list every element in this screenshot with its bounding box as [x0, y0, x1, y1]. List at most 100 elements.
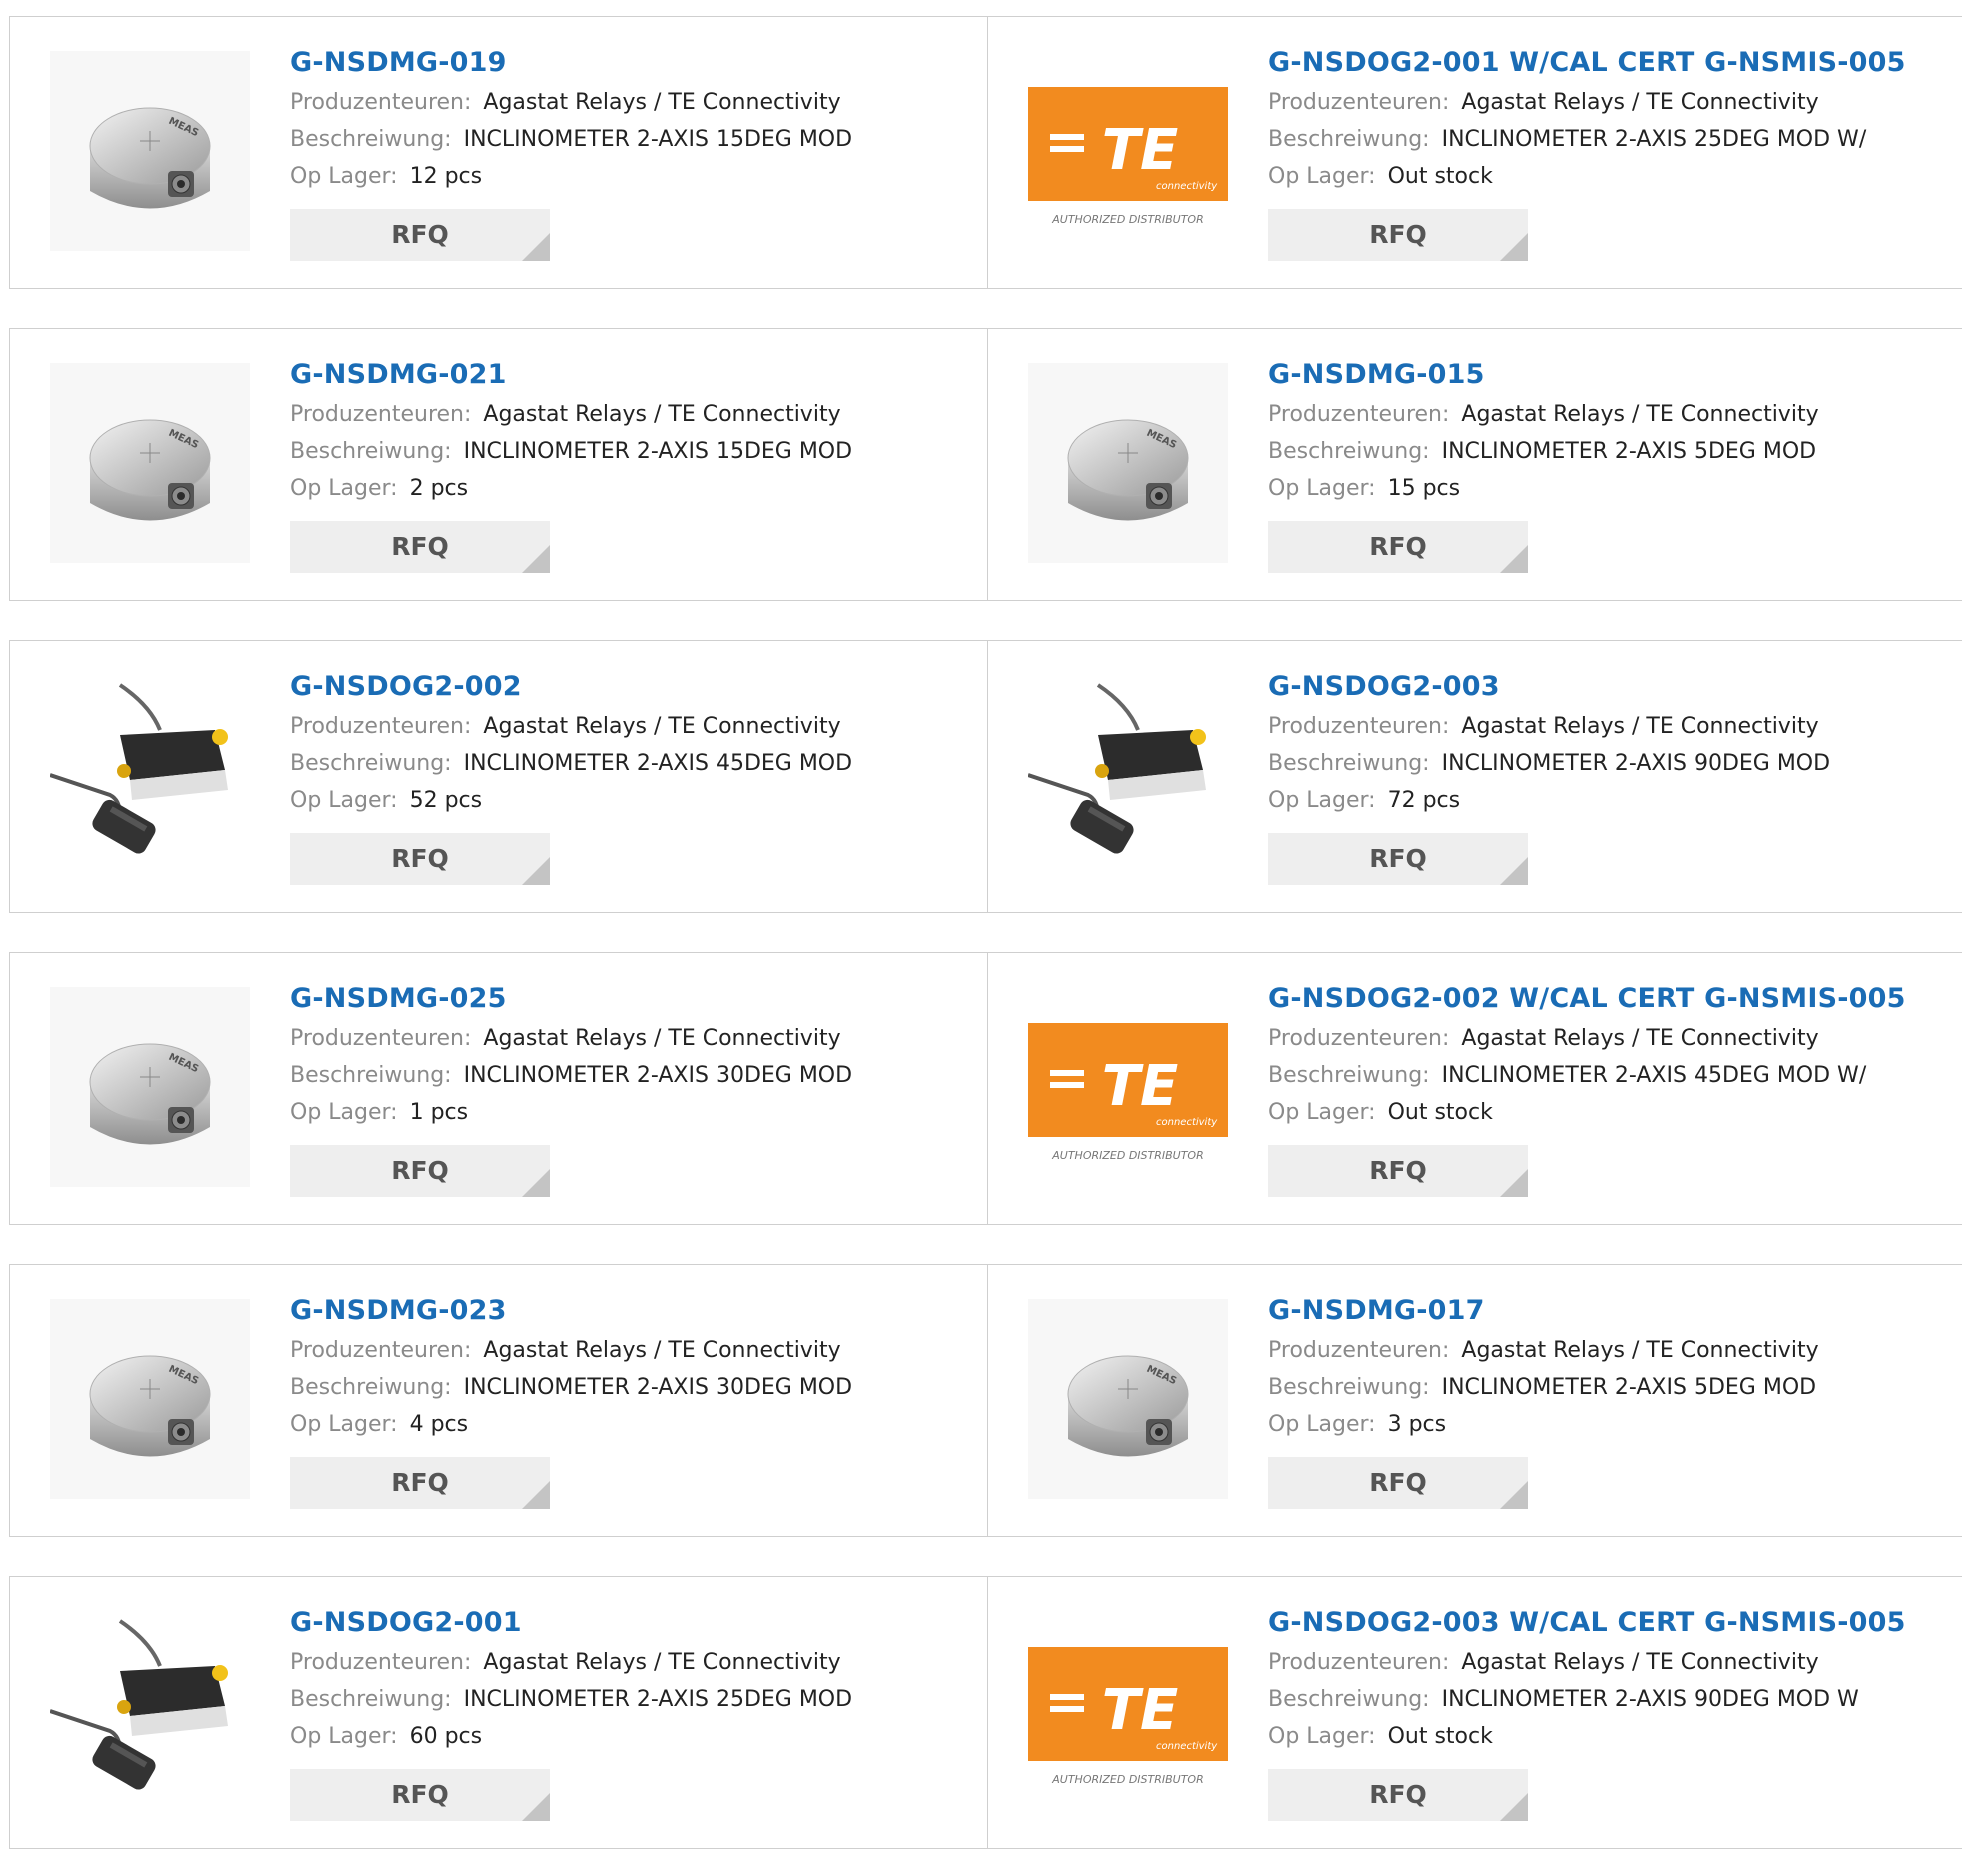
product-title-link[interactable]: G-NSDOG2-002 W/CAL CERT G-NSMIS-005	[1268, 983, 1906, 1014]
cable-sensor-icon[interactable]	[1027, 675, 1228, 875]
rfq-button[interactable]: RFQ	[290, 521, 550, 573]
product-details: Produzenteuren: Agastat Relays / TE Conne…	[290, 1644, 852, 1755]
description-label: Beschreiwung:	[290, 1375, 452, 1400]
stock-value: 52 pcs	[409, 788, 483, 813]
product-row: MEAS G-NSDMG-023 Produzenteuren: Agastat …	[9, 1264, 1962, 1537]
rfq-button[interactable]: RFQ	[290, 1457, 550, 1509]
manufacturer-label: Produzenteuren:	[1268, 90, 1450, 115]
description-value: INCLINOMETER 2-AXIS 25DEG MOD W/	[1441, 127, 1867, 152]
meas-sensor-icon[interactable]: MEAS	[1028, 363, 1228, 563]
rfq-button[interactable]: RFQ	[290, 833, 550, 885]
stock-value: 3 pcs	[1387, 1412, 1447, 1437]
cable-sensor-icon[interactable]	[49, 675, 250, 875]
product-title-link[interactable]: G-NSDOG2-001 W/CAL CERT G-NSMIS-005	[1268, 47, 1906, 78]
stock-label: Op Lager:	[290, 788, 398, 813]
rfq-button[interactable]: RFQ	[1268, 1769, 1528, 1821]
product-title-link[interactable]: G-NSDMG-023	[290, 1295, 852, 1326]
description-value: INCLINOMETER 2-AXIS 5DEG MOD	[1441, 439, 1817, 464]
stock-value: 4 pcs	[409, 1412, 469, 1437]
product-title-link[interactable]: G-NSDOG2-003 W/CAL CERT G-NSMIS-005	[1268, 1607, 1906, 1638]
svg-text:TE: TE	[1102, 1678, 1178, 1743]
manufacturer-value: Agastat Relays / TE Connectivity	[483, 90, 841, 115]
manufacturer-value: Agastat Relays / TE Connectivity	[483, 1026, 841, 1051]
product-card: G-NSDOG2-003 Produzenteuren: Agastat Rela…	[987, 640, 1962, 913]
rfq-corner-decoration	[1500, 857, 1528, 885]
te-logo[interactable]: TE connectivity AUTHORIZED DISTRIBUTOR	[1028, 51, 1228, 251]
manufacturer-row: Produzenteuren: Agastat Relays / TE Conne…	[1268, 1020, 1906, 1057]
description-row: Beschreiwung: INCLINOMETER 2-AXIS 90DEG M…	[1268, 745, 1830, 782]
rfq-button[interactable]: RFQ	[1268, 1457, 1528, 1509]
product-title-link[interactable]: G-NSDMG-017	[1268, 1295, 1819, 1326]
meas-sensor-icon[interactable]: MEAS	[50, 363, 250, 563]
product-details: Produzenteuren: Agastat Relays / TE Conne…	[290, 1020, 852, 1131]
stock-label: Op Lager:	[290, 476, 398, 501]
description-label: Beschreiwung:	[290, 1063, 452, 1088]
meas-sensor-icon[interactable]: MEAS	[1028, 1299, 1228, 1499]
manufacturer-row: Produzenteuren: Agastat Relays / TE Conne…	[290, 84, 852, 121]
manufacturer-row: Produzenteuren: Agastat Relays / TE Conne…	[290, 1332, 852, 1369]
description-label: Beschreiwung:	[1268, 1375, 1430, 1400]
product-card: MEAS G-NSDMG-019 Produzenteuren: Agastat …	[9, 16, 988, 289]
stock-value: 1 pcs	[409, 1100, 469, 1125]
description-value: INCLINOMETER 2-AXIS 30DEG MOD	[463, 1063, 853, 1088]
manufacturer-row: Produzenteuren: Agastat Relays / TE Conne…	[1268, 1332, 1819, 1369]
description-row: Beschreiwung: INCLINOMETER 2-AXIS 25DEG M…	[290, 1681, 852, 1718]
stock-value: Out stock	[1387, 1724, 1493, 1749]
product-title-link[interactable]: G-NSDMG-021	[290, 359, 852, 390]
manufacturer-value: Agastat Relays / TE Connectivity	[1461, 90, 1819, 115]
stock-row: Op Lager: 1 pcs	[290, 1094, 852, 1131]
svg-text:connectivity: connectivity	[1156, 1117, 1218, 1128]
manufacturer-value: Agastat Relays / TE Connectivity	[1461, 1650, 1819, 1675]
description-value: INCLINOMETER 2-AXIS 15DEG MOD	[463, 127, 853, 152]
stock-row: Op Lager: 15 pcs	[1268, 470, 1819, 507]
stock-value: 12 pcs	[409, 164, 483, 189]
manufacturer-row: Produzenteuren: Agastat Relays / TE Conne…	[1268, 84, 1906, 121]
stock-label: Op Lager:	[290, 164, 398, 189]
product-title-link[interactable]: G-NSDOG2-001	[290, 1607, 852, 1638]
description-value: INCLINOMETER 2-AXIS 30DEG MOD	[463, 1375, 853, 1400]
product-details: Produzenteuren: Agastat Relays / TE Conne…	[290, 708, 852, 819]
rfq-label: RFQ	[1369, 844, 1427, 873]
stock-row: Op Lager: Out stock	[1268, 1094, 1906, 1131]
svg-text:TE: TE	[1102, 118, 1178, 183]
description-value: INCLINOMETER 2-AXIS 45DEG MOD W/	[1441, 1063, 1867, 1088]
stock-row: Op Lager: 3 pcs	[1268, 1406, 1819, 1443]
product-title-link[interactable]: G-NSDOG2-002	[290, 671, 852, 702]
stock-row: Op Lager: 12 pcs	[290, 158, 852, 195]
stock-label: Op Lager:	[290, 1412, 398, 1437]
product-card: TE connectivity AUTHORIZED DISTRIBUTOR G…	[987, 16, 1962, 289]
meas-sensor-icon[interactable]: MEAS	[50, 1299, 250, 1499]
stock-value: 60 pcs	[409, 1724, 483, 1749]
product-title-link[interactable]: G-NSDMG-019	[290, 47, 852, 78]
stock-row: Op Lager: Out stock	[1268, 1718, 1906, 1755]
rfq-button[interactable]: RFQ	[290, 1145, 550, 1197]
rfq-button[interactable]: RFQ	[1268, 209, 1528, 261]
meas-sensor-icon[interactable]: MEAS	[50, 987, 250, 1187]
svg-text:connectivity: connectivity	[1156, 1741, 1218, 1752]
meas-sensor-icon[interactable]: MEAS	[50, 51, 250, 251]
rfq-button[interactable]: RFQ	[290, 209, 550, 261]
manufacturer-label: Produzenteuren:	[290, 1026, 472, 1051]
stock-label: Op Lager:	[290, 1724, 398, 1749]
description-label: Beschreiwung:	[290, 1687, 452, 1712]
product-title-link[interactable]: G-NSDOG2-003	[1268, 671, 1830, 702]
product-title-link[interactable]: G-NSDMG-025	[290, 983, 852, 1014]
stock-value: 15 pcs	[1387, 476, 1461, 501]
te-logo[interactable]: TE connectivity AUTHORIZED DISTRIBUTOR	[1028, 1611, 1228, 1811]
product-info: G-NSDMG-023 Produzenteuren: Agastat Relay…	[290, 1295, 852, 1509]
product-card: G-NSDOG2-001 Produzenteuren: Agastat Rela…	[9, 1576, 988, 1849]
manufacturer-row: Produzenteuren: Agastat Relays / TE Conne…	[290, 1020, 852, 1057]
rfq-button[interactable]: RFQ	[1268, 833, 1528, 885]
product-title-link[interactable]: G-NSDMG-015	[1268, 359, 1819, 390]
rfq-button[interactable]: RFQ	[1268, 521, 1528, 573]
stock-label: Op Lager:	[1268, 1100, 1376, 1125]
rfq-button[interactable]: RFQ	[290, 1769, 550, 1821]
description-label: Beschreiwung:	[1268, 127, 1430, 152]
manufacturer-value: Agastat Relays / TE Connectivity	[483, 402, 841, 427]
manufacturer-row: Produzenteuren: Agastat Relays / TE Conne…	[290, 396, 852, 433]
manufacturer-row: Produzenteuren: Agastat Relays / TE Conne…	[290, 1644, 852, 1681]
product-row: G-NSDOG2-002 Produzenteuren: Agastat Rela…	[9, 640, 1962, 913]
cable-sensor-icon[interactable]	[49, 1611, 250, 1811]
rfq-button[interactable]: RFQ	[1268, 1145, 1528, 1197]
te-logo[interactable]: TE connectivity AUTHORIZED DISTRIBUTOR	[1028, 987, 1228, 1187]
